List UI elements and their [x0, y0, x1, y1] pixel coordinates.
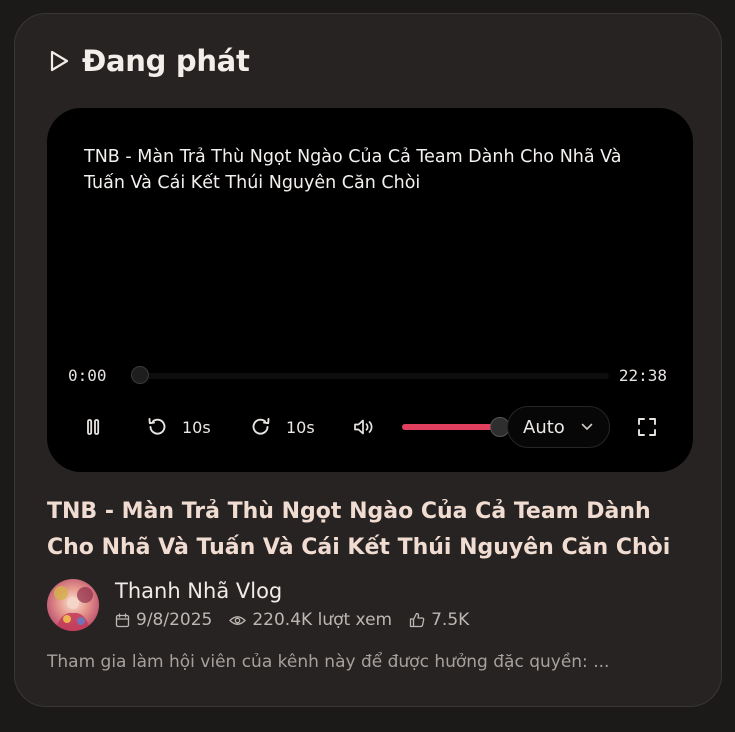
volume-icon — [354, 419, 373, 435]
seek-bar[interactable] — [131, 366, 609, 384]
volume-slider[interactable] — [402, 417, 510, 437]
rewind-10-icon — [148, 418, 166, 435]
channel-name[interactable]: Thanh Nhã Vlog — [115, 579, 282, 603]
meta-views: 220.4K lượt xem — [229, 610, 392, 630]
publish-date: 9/8/2025 — [136, 610, 213, 630]
section-header: Đang phát — [48, 44, 250, 78]
avatar-image — [47, 579, 99, 631]
pause-icon — [87, 419, 100, 435]
thumbs-up-icon — [409, 612, 425, 628]
play-outline-icon — [50, 50, 69, 72]
eye-icon — [229, 615, 247, 625]
channel-avatar[interactable] — [47, 579, 99, 631]
seek-thumb[interactable] — [131, 366, 149, 384]
quality-select[interactable]: Auto — [507, 406, 610, 448]
section-title: Đang phát — [82, 44, 250, 78]
forward-10-button[interactable]: 10s — [250, 416, 315, 438]
current-time: 0:00 — [68, 366, 107, 385]
video-title: TNB - Màn Trả Thù Ngọt Ngào Của Cả Team … — [47, 499, 671, 560]
calendar-icon — [115, 612, 130, 627]
chevron-down-icon — [581, 423, 593, 430]
rewind-10-button[interactable]: 10s — [146, 416, 211, 438]
quality-label: Auto — [523, 416, 565, 438]
now-playing-card: Đang phát TNB - Màn Trả Thù Ngọt Ngào Củ… — [14, 13, 722, 707]
volume-level — [402, 424, 496, 430]
rewind-label: 10s — [182, 417, 211, 437]
fullscreen-button[interactable] — [637, 417, 657, 437]
player-overlay-title: TNB - Màn Trả Thù Ngọt Ngào Của Cả Team … — [84, 147, 622, 193]
pause-button[interactable] — [85, 418, 101, 436]
meta-likes[interactable]: 7.5K — [409, 610, 469, 630]
video-meta: 9/8/2025 220.4K lượt xem 7.5K — [115, 610, 486, 630]
volume-button[interactable] — [353, 418, 375, 436]
video-player[interactable]: TNB - Màn Trả Thù Ngọt Ngào Của Cả Team … — [47, 108, 693, 472]
duration: 22:38 — [618, 366, 667, 385]
video-description: Tham gia làm hội viên của kênh này để đư… — [47, 652, 610, 672]
forward-label: 10s — [286, 417, 315, 437]
like-count: 7.5K — [431, 610, 470, 630]
meta-date: 9/8/2025 — [115, 610, 212, 630]
view-count: 220.4K lượt xem — [252, 610, 393, 630]
fullscreen-icon — [638, 418, 656, 436]
forward-10-icon — [252, 418, 270, 435]
